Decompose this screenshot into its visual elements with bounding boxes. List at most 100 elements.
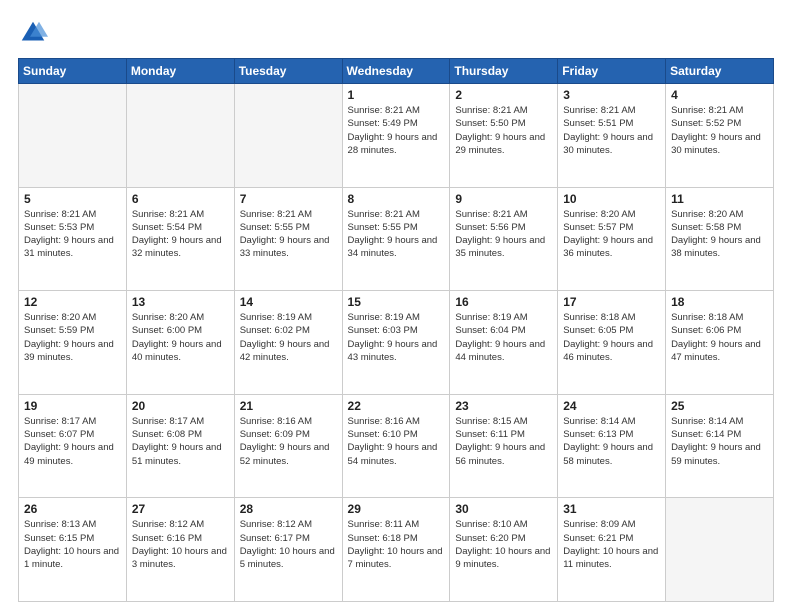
day-info: Sunrise: 8:19 AM Sunset: 6:04 PM Dayligh…: [455, 311, 552, 364]
calendar-cell: 2 Sunrise: 8:21 AM Sunset: 5:50 PM Daylig…: [450, 84, 558, 188]
day-info: Sunrise: 8:20 AM Sunset: 5:58 PM Dayligh…: [671, 208, 768, 261]
calendar-cell: 4 Sunrise: 8:21 AM Sunset: 5:52 PM Daylig…: [666, 84, 774, 188]
calendar-cell: 21Sunrise: 8:16 AM Sunset: 6:09 PM Dayli…: [234, 394, 342, 498]
day-number: 21: [240, 399, 337, 413]
day-info: Sunrise: 8:13 AM Sunset: 6:15 PM Dayligh…: [24, 518, 121, 571]
day-number: 14: [240, 295, 337, 309]
calendar-cell: 12 Sunrise: 8:20 AM Sunset: 5:59 PM Dayli…: [19, 291, 127, 395]
calendar-header-thursday: Thursday: [450, 59, 558, 84]
calendar-week-1: 1 Sunrise: 8:21 AM Sunset: 5:49 PM Daylig…: [19, 84, 774, 188]
calendar-cell: 17 Sunrise: 8:18 AM Sunset: 6:05 PM Dayli…: [558, 291, 666, 395]
calendar-cell: 1 Sunrise: 8:21 AM Sunset: 5:49 PM Daylig…: [342, 84, 450, 188]
page-header: [18, 18, 774, 48]
day-info: Sunrise: 8:12 AM Sunset: 6:17 PM Dayligh…: [240, 518, 337, 571]
day-number: 22: [348, 399, 445, 413]
day-number: 25: [671, 399, 768, 413]
day-info: Sunrise: 8:19 AM Sunset: 6:03 PM Dayligh…: [348, 311, 445, 364]
day-number: 16: [455, 295, 552, 309]
calendar-cell: 20 Sunrise: 8:17 AM Sunset: 6:08 PM Dayli…: [126, 394, 234, 498]
calendar-cell: 23 Sunrise: 8:15 AM Sunset: 6:11 PM Dayli…: [450, 394, 558, 498]
calendar-header-friday: Friday: [558, 59, 666, 84]
calendar-cell: 25 Sunrise: 8:14 AM Sunset: 6:14 PM Dayli…: [666, 394, 774, 498]
day-info: Sunrise: 8:17 AM Sunset: 6:07 PM Dayligh…: [24, 415, 121, 468]
day-number: 6: [132, 192, 229, 206]
day-info: Sunrise: 8:19 AM Sunset: 6:02 PM Dayligh…: [240, 311, 337, 364]
calendar-cell: 10Sunrise: 8:20 AM Sunset: 5:57 PM Dayli…: [558, 187, 666, 291]
day-info: Sunrise: 8:21 AM Sunset: 5:54 PM Dayligh…: [132, 208, 229, 261]
day-info: Sunrise: 8:20 AM Sunset: 6:00 PM Dayligh…: [132, 311, 229, 364]
day-number: 7: [240, 192, 337, 206]
calendar-cell: 27 Sunrise: 8:12 AM Sunset: 6:16 PM Dayli…: [126, 498, 234, 602]
calendar-cell: 14 Sunrise: 8:19 AM Sunset: 6:02 PM Dayli…: [234, 291, 342, 395]
calendar-header-monday: Monday: [126, 59, 234, 84]
day-number: 18: [671, 295, 768, 309]
calendar-cell: [234, 84, 342, 188]
day-number: 26: [24, 502, 121, 516]
calendar-cell: 5 Sunrise: 8:21 AM Sunset: 5:53 PM Daylig…: [19, 187, 127, 291]
day-number: 4: [671, 88, 768, 102]
day-info: Sunrise: 8:14 AM Sunset: 6:13 PM Dayligh…: [563, 415, 660, 468]
day-number: 12: [24, 295, 121, 309]
calendar-week-2: 5 Sunrise: 8:21 AM Sunset: 5:53 PM Daylig…: [19, 187, 774, 291]
calendar-cell: [19, 84, 127, 188]
day-info: Sunrise: 8:10 AM Sunset: 6:20 PM Dayligh…: [455, 518, 552, 571]
calendar-cell: 28 Sunrise: 8:12 AM Sunset: 6:17 PM Dayli…: [234, 498, 342, 602]
calendar-cell: 13 Sunrise: 8:20 AM Sunset: 6:00 PM Dayli…: [126, 291, 234, 395]
calendar-header-saturday: Saturday: [666, 59, 774, 84]
calendar-cell: 8Sunrise: 8:21 AM Sunset: 5:55 PM Daylig…: [342, 187, 450, 291]
calendar-cell: 6 Sunrise: 8:21 AM Sunset: 5:54 PM Daylig…: [126, 187, 234, 291]
calendar-cell: 31Sunrise: 8:09 AM Sunset: 6:21 PM Dayli…: [558, 498, 666, 602]
day-number: 3: [563, 88, 660, 102]
day-info: Sunrise: 8:17 AM Sunset: 6:08 PM Dayligh…: [132, 415, 229, 468]
day-number: 10: [563, 192, 660, 206]
day-number: 19: [24, 399, 121, 413]
day-number: 23: [455, 399, 552, 413]
day-info: Sunrise: 8:16 AM Sunset: 6:10 PM Dayligh…: [348, 415, 445, 468]
day-info: Sunrise: 8:21 AM Sunset: 5:52 PM Dayligh…: [671, 104, 768, 157]
calendar-cell: 29Sunrise: 8:11 AM Sunset: 6:18 PM Dayli…: [342, 498, 450, 602]
day-number: 29: [348, 502, 445, 516]
calendar-cell: 7 Sunrise: 8:21 AM Sunset: 5:55 PM Daylig…: [234, 187, 342, 291]
day-number: 8: [348, 192, 445, 206]
day-number: 15: [348, 295, 445, 309]
day-info: Sunrise: 8:18 AM Sunset: 6:06 PM Dayligh…: [671, 311, 768, 364]
day-info: Sunrise: 8:15 AM Sunset: 6:11 PM Dayligh…: [455, 415, 552, 468]
calendar-cell: 26 Sunrise: 8:13 AM Sunset: 6:15 PM Dayli…: [19, 498, 127, 602]
calendar-cell: 11 Sunrise: 8:20 AM Sunset: 5:58 PM Dayli…: [666, 187, 774, 291]
day-info: Sunrise: 8:21 AM Sunset: 5:50 PM Dayligh…: [455, 104, 552, 157]
day-number: 27: [132, 502, 229, 516]
calendar-header-row: SundayMondayTuesdayWednesdayThursdayFrid…: [19, 59, 774, 84]
day-info: Sunrise: 8:21 AM Sunset: 5:49 PM Dayligh…: [348, 104, 445, 157]
calendar-week-3: 12 Sunrise: 8:20 AM Sunset: 5:59 PM Dayli…: [19, 291, 774, 395]
calendar-cell: 22 Sunrise: 8:16 AM Sunset: 6:10 PM Dayli…: [342, 394, 450, 498]
calendar-cell: 30 Sunrise: 8:10 AM Sunset: 6:20 PM Dayli…: [450, 498, 558, 602]
calendar-cell: [666, 498, 774, 602]
calendar-cell: 24Sunrise: 8:14 AM Sunset: 6:13 PM Dayli…: [558, 394, 666, 498]
day-info: Sunrise: 8:21 AM Sunset: 5:55 PM Dayligh…: [240, 208, 337, 261]
day-info: Sunrise: 8:21 AM Sunset: 5:53 PM Dayligh…: [24, 208, 121, 261]
calendar-cell: 19 Sunrise: 8:17 AM Sunset: 6:07 PM Dayli…: [19, 394, 127, 498]
day-number: 11: [671, 192, 768, 206]
day-number: 5: [24, 192, 121, 206]
day-info: Sunrise: 8:21 AM Sunset: 5:51 PM Dayligh…: [563, 104, 660, 157]
logo-icon: [18, 18, 48, 48]
logo: [18, 18, 52, 48]
calendar-cell: 18 Sunrise: 8:18 AM Sunset: 6:06 PM Dayli…: [666, 291, 774, 395]
day-number: 30: [455, 502, 552, 516]
day-info: Sunrise: 8:18 AM Sunset: 6:05 PM Dayligh…: [563, 311, 660, 364]
calendar-cell: 15 Sunrise: 8:19 AM Sunset: 6:03 PM Dayli…: [342, 291, 450, 395]
day-number: 28: [240, 502, 337, 516]
calendar-cell: 16 Sunrise: 8:19 AM Sunset: 6:04 PM Dayli…: [450, 291, 558, 395]
calendar-week-5: 26 Sunrise: 8:13 AM Sunset: 6:15 PM Dayli…: [19, 498, 774, 602]
day-info: Sunrise: 8:12 AM Sunset: 6:16 PM Dayligh…: [132, 518, 229, 571]
calendar-header-sunday: Sunday: [19, 59, 127, 84]
calendar-header-wednesday: Wednesday: [342, 59, 450, 84]
day-number: 9: [455, 192, 552, 206]
day-number: 20: [132, 399, 229, 413]
day-number: 17: [563, 295, 660, 309]
day-number: 1: [348, 88, 445, 102]
day-number: 13: [132, 295, 229, 309]
day-info: Sunrise: 8:20 AM Sunset: 5:59 PM Dayligh…: [24, 311, 121, 364]
day-number: 2: [455, 88, 552, 102]
day-info: Sunrise: 8:14 AM Sunset: 6:14 PM Dayligh…: [671, 415, 768, 468]
